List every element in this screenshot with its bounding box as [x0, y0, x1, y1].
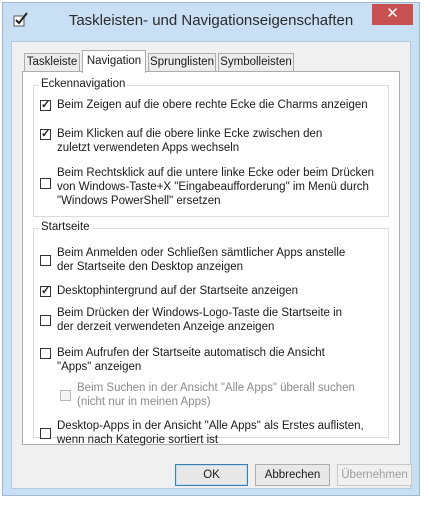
- option-label: Beim Klicken auf die obere linke Ecke zw…: [57, 128, 323, 154]
- checkbox[interactable]: [40, 255, 51, 266]
- option-label: Desktop-Apps in der Ansicht "Alle Apps" …: [57, 420, 364, 446]
- option-label: Beim Zeigen auf die obere rechte Ecke di…: [57, 99, 368, 111]
- checkbox[interactable]: ✓: [40, 129, 51, 140]
- option-label: Beim Rechtsklick auf die untere linke Ec…: [57, 167, 375, 207]
- group-eckennavigation: Eckennavigation ✓ Beim Zeigen auf die ob…: [33, 78, 389, 217]
- option-label: Beim Drücken der Windows-Logo-Taste die …: [57, 307, 343, 333]
- checkbox[interactable]: ✓: [40, 100, 51, 111]
- window-title: Taskleisten- und Navigationseigenschafte…: [68, 12, 354, 29]
- tab-symbolleisten[interactable]: Symbolleisten: [218, 53, 294, 71]
- dialog-window: Taskleisten- und Navigationseigenschafte…: [2, 2, 420, 496]
- group-title-eckennavigation: Eckennavigation: [39, 78, 128, 90]
- checkbox[interactable]: ✓: [40, 286, 51, 297]
- ok-button[interactable]: OK: [175, 464, 248, 486]
- checkbox[interactable]: [40, 428, 51, 439]
- option-label: Beim Aufrufen der Startseite automatisch…: [57, 347, 325, 373]
- checkbox[interactable]: [40, 178, 51, 189]
- group-startseite: Startseite Beim Anmelden oder Schließen …: [33, 221, 389, 446]
- apply-button[interactable]: Übernehmen: [337, 464, 412, 486]
- cancel-button[interactable]: Abbrechen: [255, 464, 330, 486]
- close-button[interactable]: ✕: [372, 4, 413, 25]
- dialog-client: Taskleiste Navigation Sprunglisten Symbo…: [11, 41, 412, 489]
- tab-sprunglisten[interactable]: Sprunglisten: [148, 53, 216, 71]
- checkbox[interactable]: [40, 348, 51, 359]
- option-label: Desktophintergrund auf der Startseite an…: [57, 285, 299, 297]
- tab-taskleiste[interactable]: Taskleiste: [24, 53, 80, 71]
- group-title-startseite: Startseite: [39, 221, 92, 233]
- checkbox: [60, 390, 71, 401]
- tab-navigation[interactable]: Navigation: [82, 50, 146, 73]
- title-bar[interactable]: Taskleisten- und Navigationseigenschafte…: [3, 3, 419, 41]
- option-label: Beim Suchen in der Ansicht "Alle Apps" ü…: [77, 382, 355, 408]
- checkbox[interactable]: [40, 315, 51, 326]
- option-label: Beim Anmelden oder Schließen sämtlicher …: [57, 247, 346, 273]
- navigation-panel: Eckennavigation ✓ Beim Zeigen auf die ob…: [22, 71, 400, 446]
